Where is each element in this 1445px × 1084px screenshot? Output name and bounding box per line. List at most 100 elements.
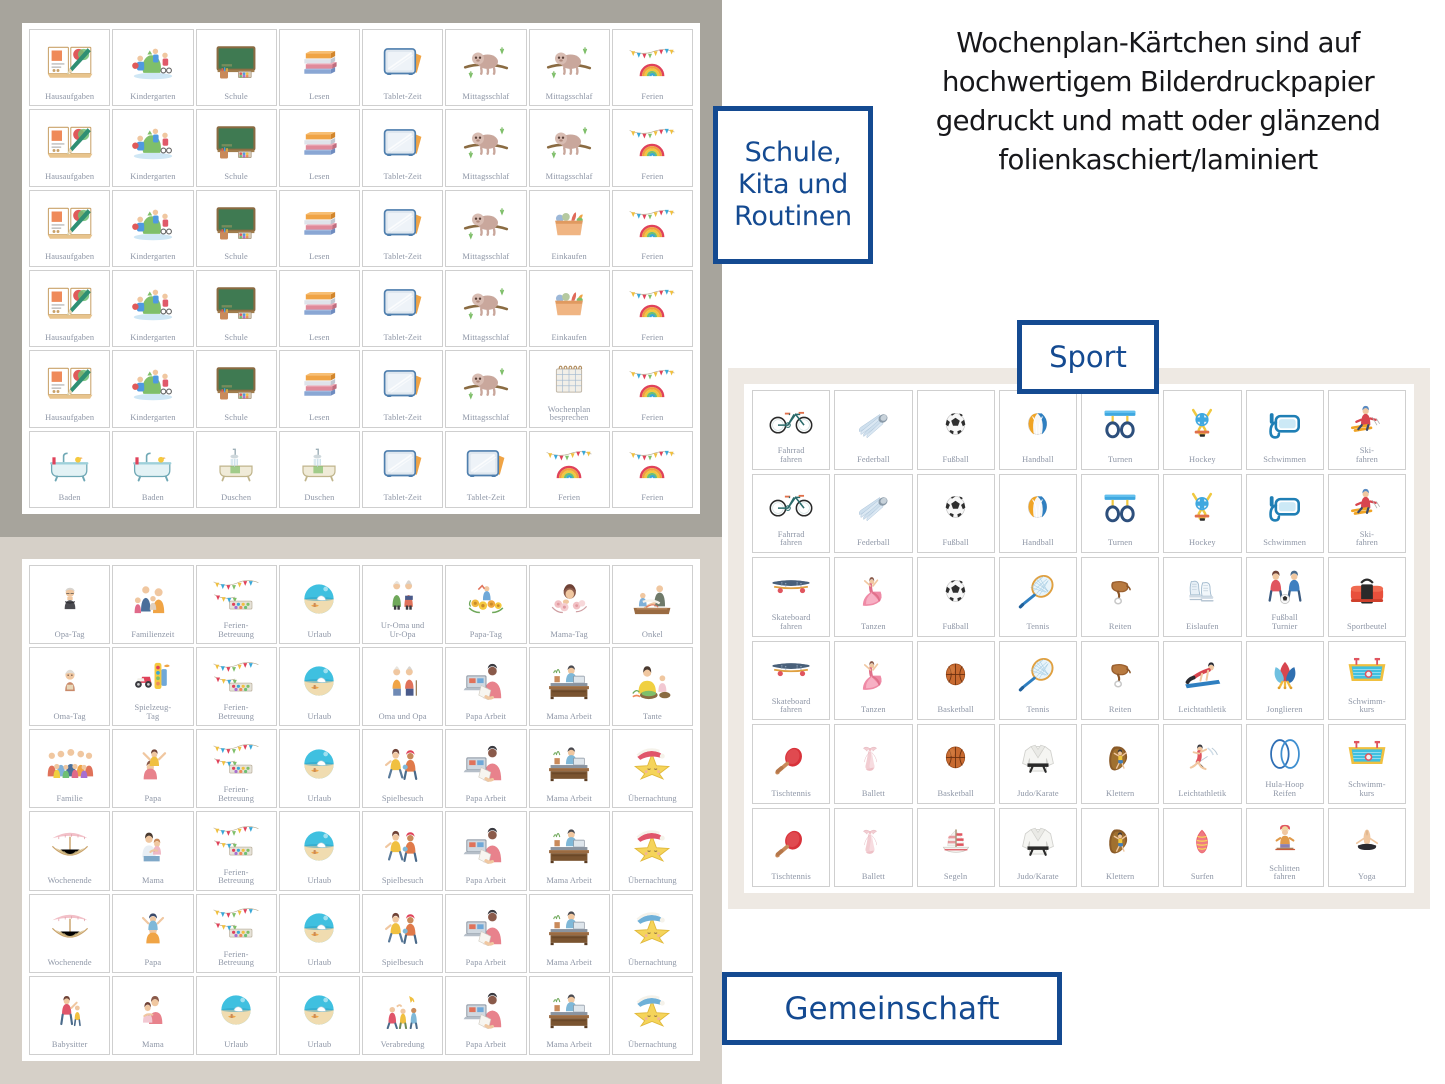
activity-card[interactable]: Leichtathletik <box>1163 640 1242 720</box>
activity-card[interactable]: Kindergarten <box>112 189 194 267</box>
activity-card[interactable]: Turnen <box>1081 390 1160 470</box>
activity-card[interactable]: Tablet-Zeit <box>362 350 444 428</box>
activity-card[interactable]: Hausaufgaben <box>29 109 111 187</box>
activity-card[interactable]: Mittagsschlaf <box>528 29 610 107</box>
activity-card[interactable]: Einkaufen <box>528 189 610 267</box>
activity-card[interactable]: Fahrrad fahren <box>752 390 831 470</box>
activity-card[interactable]: Papa-Tag <box>445 565 527 645</box>
activity-card[interactable]: Schwimmen <box>1245 390 1324 470</box>
activity-card[interactable]: Babysitter <box>29 975 111 1055</box>
activity-card[interactable]: Basketball <box>916 724 995 804</box>
activity-card[interactable]: Ferien- Betreuung <box>195 647 277 727</box>
activity-card[interactable]: Mama <box>112 811 194 891</box>
activity-card[interactable]: Mittagsschlaf <box>445 270 527 348</box>
activity-card[interactable]: Papa Arbeit <box>445 975 527 1055</box>
activity-card[interactable]: Fahrrad fahren <box>752 473 831 553</box>
activity-card[interactable]: Schwimmen <box>1245 473 1324 553</box>
activity-card[interactable]: Ski- fahren <box>1327 473 1406 553</box>
activity-card[interactable]: Schule <box>195 109 277 187</box>
activity-card[interactable]: Urlaub <box>278 647 360 727</box>
activity-card[interactable]: Mama Arbeit <box>528 647 610 727</box>
activity-card[interactable]: Spielbesuch <box>362 729 444 809</box>
activity-card[interactable]: Ferien <box>611 109 693 187</box>
activity-card[interactable]: Papa Arbeit <box>445 811 527 891</box>
activity-card[interactable]: Mama <box>112 975 194 1055</box>
activity-card[interactable]: Federball <box>834 390 913 470</box>
activity-card[interactable]: Mama Arbeit <box>528 811 610 891</box>
activity-card[interactable]: Mittagsschlaf <box>445 350 527 428</box>
activity-card[interactable]: Übernachtung <box>611 729 693 809</box>
activity-card[interactable]: Duschen <box>195 430 277 508</box>
activity-card[interactable]: Tischtennis <box>752 807 831 887</box>
activity-card[interactable]: Hula-Hoop Reifen <box>1245 724 1324 804</box>
activity-card[interactable]: Fußball Turnier <box>1245 557 1324 637</box>
activity-card[interactable]: Oma und Opa <box>362 647 444 727</box>
activity-card[interactable]: Federball <box>834 473 913 553</box>
activity-card[interactable]: Mama Arbeit <box>528 975 610 1055</box>
activity-card[interactable]: Urlaub <box>278 893 360 973</box>
activity-card[interactable]: Wochenplan besprechen <box>528 350 610 428</box>
activity-card[interactable]: Surfen <box>1163 807 1242 887</box>
activity-card[interactable]: Tablet-Zeit <box>445 430 527 508</box>
activity-card[interactable]: Kindergarten <box>112 350 194 428</box>
activity-card[interactable]: Ferien <box>611 189 693 267</box>
activity-card[interactable]: Tablet-Zeit <box>362 29 444 107</box>
activity-card[interactable]: Tablet-Zeit <box>362 189 444 267</box>
activity-card[interactable]: Schlitten fahren <box>1245 807 1324 887</box>
activity-card[interactable]: Papa <box>112 729 194 809</box>
activity-card[interactable]: Urlaub <box>278 975 360 1055</box>
activity-card[interactable]: Ur-Oma und Ur-Opa <box>362 565 444 645</box>
activity-card[interactable]: Wochenende <box>29 893 111 973</box>
activity-card[interactable]: Kindergarten <box>112 29 194 107</box>
activity-card[interactable]: Skateboard fahren <box>752 640 831 720</box>
activity-card[interactable]: Schule <box>195 350 277 428</box>
activity-card[interactable]: Schule <box>195 189 277 267</box>
activity-card[interactable]: Mittagsschlaf <box>445 29 527 107</box>
activity-card[interactable]: Hockey <box>1163 473 1242 553</box>
activity-card[interactable]: Fußball <box>916 390 995 470</box>
activity-card[interactable]: Mama-Tag <box>528 565 610 645</box>
activity-card[interactable]: Fußball <box>916 557 995 637</box>
activity-card[interactable]: Basketball <box>916 640 995 720</box>
activity-card[interactable]: Reiten <box>1081 640 1160 720</box>
activity-card[interactable]: Klettern <box>1081 807 1160 887</box>
activity-card[interactable]: Mittagsschlaf <box>445 189 527 267</box>
activity-card[interactable]: Familie <box>29 729 111 809</box>
activity-card[interactable]: Tablet-Zeit <box>362 270 444 348</box>
activity-card[interactable]: Tennis <box>998 640 1077 720</box>
activity-card[interactable]: Hausaufgaben <box>29 189 111 267</box>
activity-card[interactable]: Tante <box>611 647 693 727</box>
activity-card[interactable]: Ballett <box>834 724 913 804</box>
activity-card[interactable]: Ferien- Betreuung <box>195 729 277 809</box>
activity-card[interactable]: Ferien- Betreuung <box>195 893 277 973</box>
activity-card[interactable]: Tanzen <box>834 557 913 637</box>
activity-card[interactable]: Papa Arbeit <box>445 729 527 809</box>
activity-card[interactable]: Kindergarten <box>112 109 194 187</box>
activity-card[interactable]: Familienzeit <box>112 565 194 645</box>
activity-card[interactable]: Übernachtung <box>611 893 693 973</box>
activity-card[interactable]: Mittagsschlaf <box>445 109 527 187</box>
activity-card[interactable]: Ferien <box>528 430 610 508</box>
activity-card[interactable]: Lesen <box>278 109 360 187</box>
activity-card[interactable]: Lesen <box>278 29 360 107</box>
activity-card[interactable]: Mama Arbeit <box>528 729 610 809</box>
activity-card[interactable]: Urlaub <box>195 975 277 1055</box>
activity-card[interactable]: Einkaufen <box>528 270 610 348</box>
activity-card[interactable]: Ferien- Betreuung <box>195 565 277 645</box>
activity-card[interactable]: Onkel <box>611 565 693 645</box>
activity-card[interactable]: Lesen <box>278 270 360 348</box>
activity-card[interactable]: Handball <box>998 390 1077 470</box>
activity-card[interactable]: Judo/Karate <box>998 807 1077 887</box>
activity-card[interactable]: Eislaufen <box>1163 557 1242 637</box>
activity-card[interactable]: Papa <box>112 893 194 973</box>
activity-card[interactable]: Hausaufgaben <box>29 350 111 428</box>
activity-card[interactable]: Yoga <box>1327 807 1406 887</box>
activity-card[interactable]: Turnen <box>1081 473 1160 553</box>
activity-card[interactable]: Papa Arbeit <box>445 647 527 727</box>
activity-card[interactable]: Judo/Karate <box>998 724 1077 804</box>
activity-card[interactable]: Lesen <box>278 189 360 267</box>
activity-card[interactable]: Hausaufgaben <box>29 29 111 107</box>
activity-card[interactable]: Tanzen <box>834 640 913 720</box>
activity-card[interactable]: Segeln <box>916 807 995 887</box>
activity-card[interactable]: Baden <box>112 430 194 508</box>
